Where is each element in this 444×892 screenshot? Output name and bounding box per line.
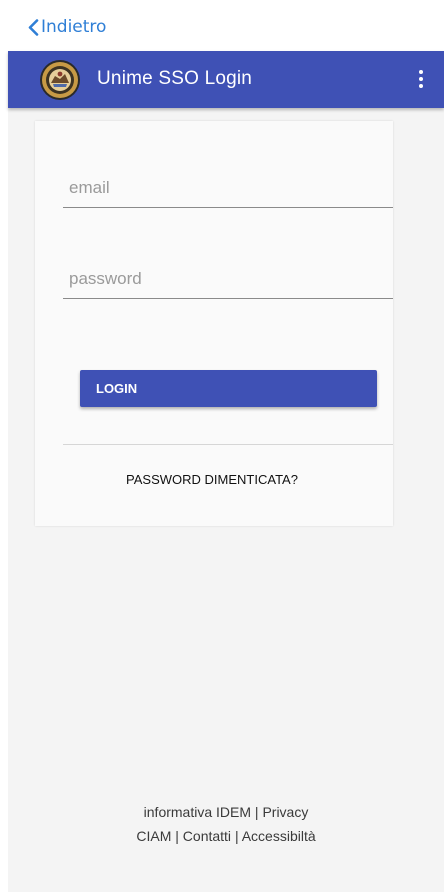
browser-top-bar: Indietro: [8, 0, 444, 51]
separator: |: [175, 828, 183, 844]
forgot-password-link[interactable]: PASSWORD DIMENTICATA?: [35, 472, 389, 487]
email-field[interactable]: [63, 168, 393, 208]
privacy-link[interactable]: Privacy: [262, 804, 308, 820]
login-card: LOGIN PASSWORD DIMENTICATA?: [35, 121, 393, 526]
footer-line-2: CIAM | Contatti | Accessibiltà: [8, 824, 444, 848]
back-link[interactable]: Indietro: [28, 17, 106, 37]
more-vert-icon[interactable]: [416, 70, 426, 92]
contacts-link[interactable]: Contatti: [183, 828, 231, 844]
idem-link[interactable]: informativa IDEM: [144, 804, 251, 820]
university-seal-icon: [40, 60, 80, 100]
app-bar: Unime SSO Login: [8, 51, 444, 108]
chevron-left-icon: [28, 18, 39, 36]
app-screen: Indietro Unime SSO Login LOGIN PASSWORD …: [8, 0, 444, 892]
divider: [63, 444, 393, 445]
separator: |: [234, 828, 242, 844]
ciam-link[interactable]: CIAM: [136, 828, 171, 844]
back-label: Indietro: [41, 17, 107, 37]
login-button[interactable]: LOGIN: [80, 370, 377, 407]
footer-line-1: informativa IDEM | Privacy: [8, 800, 444, 824]
app-title: Unime SSO Login: [97, 68, 253, 89]
accessibility-link[interactable]: Accessibiltà: [242, 828, 316, 844]
password-field[interactable]: [63, 259, 393, 299]
footer: informativa IDEM | Privacy CIAM | Contat…: [8, 800, 444, 848]
